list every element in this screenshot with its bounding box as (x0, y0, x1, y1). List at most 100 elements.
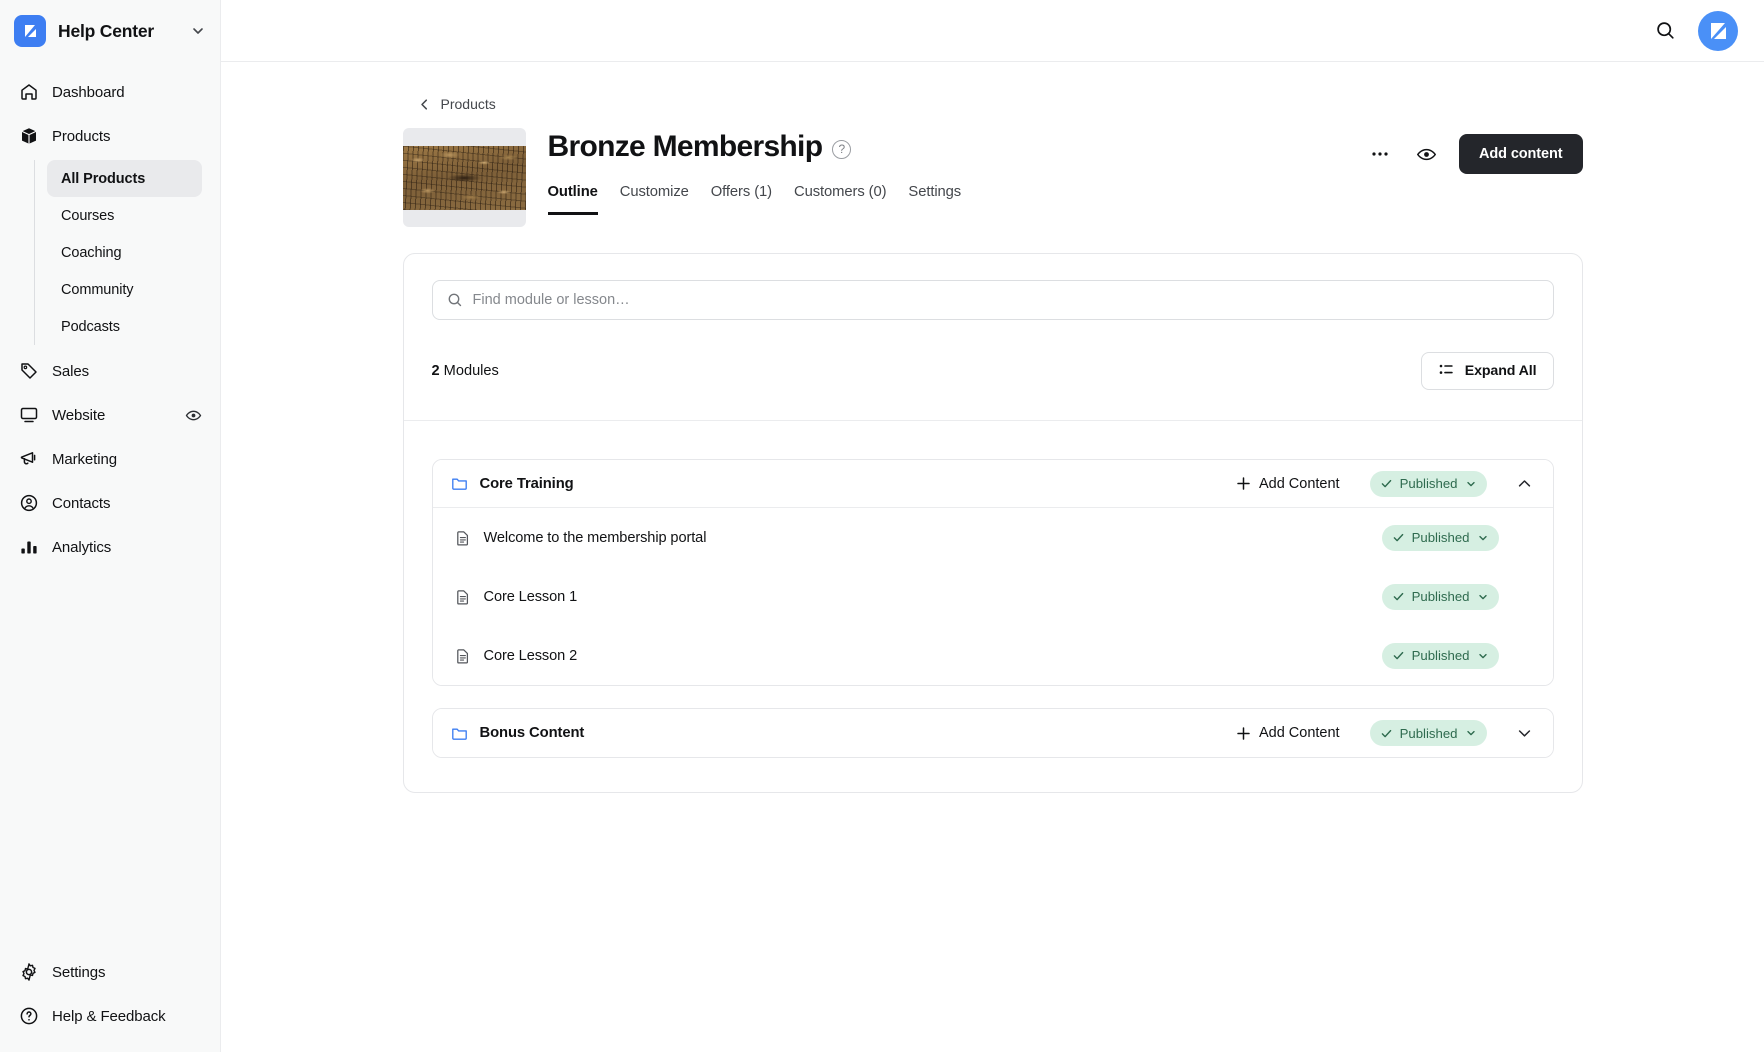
list-icon (1438, 361, 1455, 382)
chevron-down-icon[interactable] (190, 23, 206, 39)
module-title: Bonus Content (479, 725, 585, 741)
module-title: Core Training (479, 475, 574, 492)
expand-module-icon[interactable] (1513, 721, 1537, 745)
search-input[interactable] (472, 292, 1539, 308)
avatar[interactable] (1698, 10, 1738, 51)
page-title: Bronze Membership (547, 130, 824, 163)
product-page: Products Bronze Membership ? Outline Cus… (402, 62, 1583, 793)
sidebar-item-settings[interactable]: Settings (10, 950, 210, 994)
tab-outline[interactable]: Outline (547, 184, 598, 215)
product-thumbnail[interactable] (402, 128, 526, 227)
expand-all-label: Expand All (1464, 363, 1537, 379)
status-badge[interactable]: Published (1381, 524, 1499, 551)
modules-count-label: Modules (439, 363, 499, 379)
module-header[interactable]: Core Training Add Content Published (432, 460, 1553, 508)
sidebar-item-contacts[interactable]: Contacts (10, 481, 210, 525)
sidebar-item-dashboard[interactable]: Dashboard (10, 70, 210, 114)
monitor-icon (18, 405, 39, 426)
top-bar (221, 0, 1764, 62)
tab-offers[interactable]: Offers (1) (711, 184, 772, 215)
sidebar-item-label: Dashboard (52, 83, 125, 101)
status-badge[interactable]: Published (1381, 583, 1499, 610)
outline-card: 2 Modules Expand All (402, 253, 1583, 793)
plus-icon (1236, 726, 1251, 741)
sidebar-item-label: Website (52, 406, 106, 424)
lesson-title: Core Lesson 2 (483, 647, 578, 664)
sidebar-item-label: Sales (52, 362, 90, 380)
tab-customize[interactable]: Customize (620, 184, 689, 215)
search-icon (447, 292, 463, 308)
eye-icon[interactable] (184, 406, 202, 424)
sidebar: Help Center Dashboard Products All Produ… (0, 0, 221, 1052)
add-content-label: Add Content (1258, 725, 1340, 741)
folder-icon (451, 475, 468, 492)
lesson-row[interactable]: Welcome to the membership portal Publish… (432, 508, 1553, 567)
sidebar-subitem-label: All Products (61, 170, 146, 187)
status-badge[interactable]: Published (1369, 720, 1487, 746)
home-icon (18, 82, 39, 103)
collapse-module-icon[interactable] (1513, 472, 1537, 496)
modules-list: Core Training Add Content Published Welc… (404, 421, 1582, 792)
sidebar-subitem-label: Coaching (61, 244, 122, 261)
sidebar-item-coaching[interactable]: Coaching (47, 234, 202, 271)
module-header[interactable]: Bonus Content Add Content Published (432, 709, 1553, 757)
bar-chart-icon (18, 537, 39, 558)
ellipsis-icon[interactable] (1367, 141, 1393, 167)
product-tabs: Outline Customize Offers (1) Customers (… (547, 184, 1346, 215)
chevron-down-icon (1465, 727, 1477, 739)
kajabi-logo-icon (14, 15, 46, 47)
document-icon (455, 648, 471, 664)
chevron-down-icon (1477, 532, 1489, 544)
sidebar-item-label: Help & Feedback (52, 1007, 166, 1025)
tab-label: Settings (908, 184, 962, 200)
status-badge[interactable]: Published (1381, 642, 1499, 669)
sidebar-item-all-products[interactable]: All Products (47, 160, 202, 197)
megaphone-icon (18, 449, 39, 470)
module-search[interactable] (431, 280, 1554, 320)
sidebar-item-label: Marketing (52, 450, 117, 468)
status-badge-label: Published (1411, 589, 1470, 604)
status-badge[interactable]: Published (1369, 470, 1487, 497)
sidebar-item-podcasts[interactable]: Podcasts (47, 308, 202, 345)
title-row: Bronze Membership ? (548, 130, 1346, 164)
product-header: Bronze Membership ? Outline Customize Of… (402, 128, 1583, 227)
add-content-link[interactable]: Add Content (1236, 725, 1340, 741)
question-circle-icon (18, 1006, 39, 1027)
status-badge-label: Published (1399, 725, 1458, 741)
sidebar-item-marketing[interactable]: Marketing (10, 437, 210, 481)
add-content-link[interactable]: Add Content (1236, 476, 1340, 492)
add-content-button[interactable]: Add content (1459, 134, 1583, 174)
search-icon[interactable] (1654, 20, 1676, 42)
lesson-row[interactable]: Core Lesson 2 Published (432, 626, 1553, 685)
sidebar-item-analytics[interactable]: Analytics (10, 525, 210, 569)
folder-icon (451, 725, 468, 742)
check-icon (1380, 727, 1393, 740)
expand-all-button[interactable]: Expand All (1420, 352, 1554, 390)
check-icon (1392, 590, 1405, 603)
sidebar-item-label: Contacts (52, 494, 111, 512)
sidebar-subitem-label: Community (61, 281, 134, 298)
sidebar-item-sales[interactable]: Sales (10, 349, 210, 393)
tab-settings[interactable]: Settings (908, 184, 961, 215)
sidebar-item-website[interactable]: Website (10, 393, 210, 437)
check-icon (1392, 531, 1405, 544)
workspace-switcher[interactable]: Help Center (0, 0, 220, 62)
chevron-down-icon (1477, 591, 1489, 603)
plus-icon (1236, 476, 1251, 491)
outline-card-top: 2 Modules Expand All (404, 254, 1582, 420)
sidebar-item-products[interactable]: Products (10, 114, 210, 158)
question-mark-icon[interactable]: ? (832, 139, 852, 159)
sidebar-item-courses[interactable]: Courses (47, 197, 202, 234)
sidebar-item-community[interactable]: Community (47, 271, 202, 308)
breadcrumb[interactable]: Products (417, 96, 496, 112)
tab-label: Outline (547, 184, 598, 200)
eye-icon[interactable] (1413, 141, 1439, 167)
sidebar-item-label: Analytics (52, 538, 112, 556)
document-icon (455, 589, 471, 605)
tab-customers[interactable]: Customers (0) (794, 184, 887, 215)
sidebar-item-help-feedback[interactable]: Help & Feedback (10, 994, 210, 1038)
lesson-row[interactable]: Core Lesson 1 Published (432, 567, 1553, 626)
modules-count: 2 Modules (432, 363, 499, 379)
chevron-down-icon (1477, 650, 1489, 662)
status-badge-label: Published (1411, 648, 1470, 663)
